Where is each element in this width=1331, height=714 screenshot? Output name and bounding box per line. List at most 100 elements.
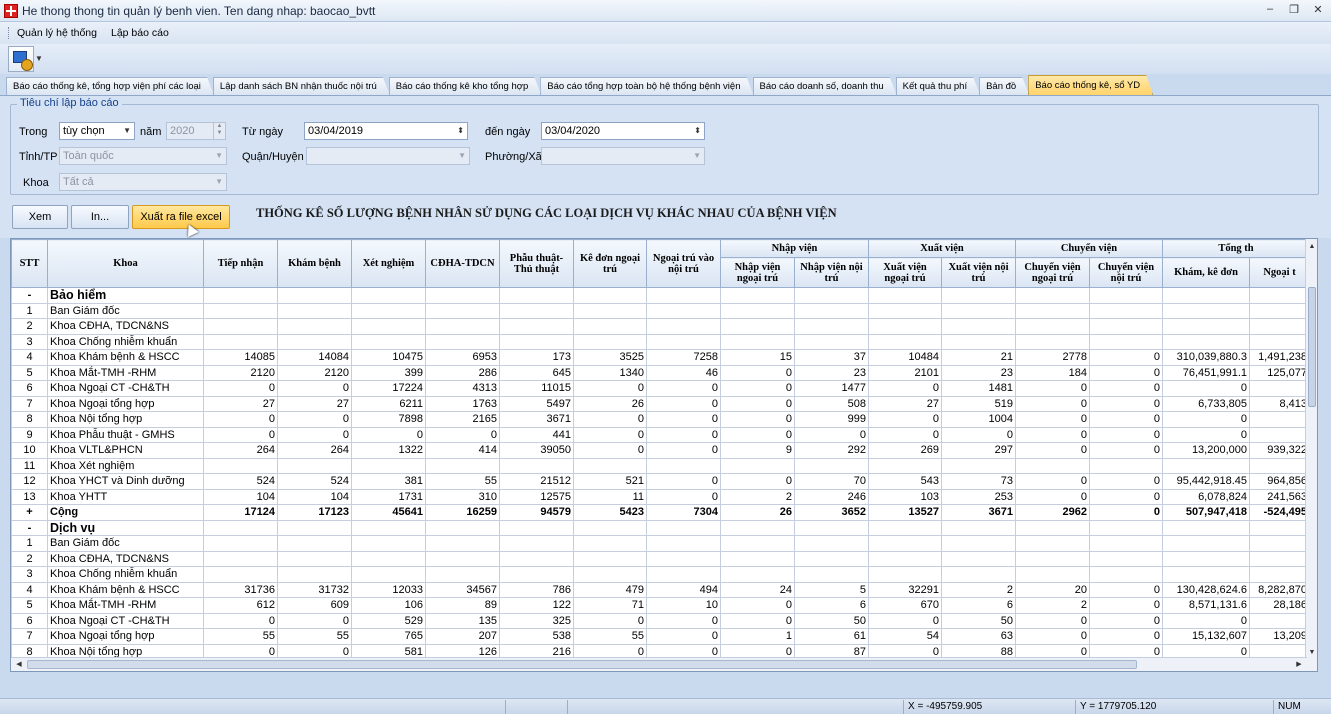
col-nv-ngoai[interactable]: Nhập viện ngoại trú bbox=[720, 257, 795, 288]
cell-value[interactable]: 297 bbox=[941, 442, 1016, 459]
cell-value[interactable] bbox=[351, 535, 426, 552]
cell-value[interactable] bbox=[868, 302, 942, 319]
cell-value[interactable]: 399 bbox=[351, 364, 426, 381]
cell-value[interactable]: 70 bbox=[794, 473, 869, 490]
cell-value[interactable] bbox=[203, 333, 278, 350]
cell-value[interactable] bbox=[1249, 411, 1310, 428]
cell-value[interactable] bbox=[794, 535, 869, 552]
cell-value[interactable]: 0 bbox=[573, 612, 647, 629]
cell-value[interactable] bbox=[1162, 550, 1250, 567]
cell-value[interactable]: 55 bbox=[425, 473, 500, 490]
col-kham-ke-don[interactable]: Khám, kê đơn bbox=[1162, 257, 1250, 288]
cell-value[interactable]: 31736 bbox=[203, 581, 278, 598]
cell-value[interactable]: 0 bbox=[1089, 349, 1163, 366]
cell-value[interactable]: 414 bbox=[425, 442, 500, 459]
cell-value[interactable] bbox=[351, 550, 426, 567]
cell-value[interactable] bbox=[277, 318, 352, 335]
phuong-select[interactable]: ▼ bbox=[541, 147, 705, 165]
cell-khoa[interactable]: Khoa CĐHA, TDCN&NS bbox=[47, 318, 204, 335]
cell-value[interactable]: 23 bbox=[941, 364, 1016, 381]
nam-spinner[interactable]: 2020 ▲ ▼ bbox=[166, 122, 226, 140]
cell-value[interactable]: 494 bbox=[646, 581, 721, 598]
khoa-select[interactable]: Tất cả ▼ bbox=[59, 173, 227, 191]
group-row[interactable]: - Bảo hiểm bbox=[11, 287, 1310, 304]
cell-value[interactable] bbox=[720, 302, 795, 319]
cell-value[interactable]: 3671 bbox=[941, 504, 1016, 521]
cell-stt[interactable]: 6 bbox=[11, 380, 48, 397]
cell-value[interactable] bbox=[499, 457, 574, 474]
cell-value[interactable]: 3525 bbox=[573, 349, 647, 366]
cell-value[interactable] bbox=[499, 333, 574, 350]
cell-value[interactable] bbox=[351, 333, 426, 350]
cell-value[interactable]: 0 bbox=[277, 426, 352, 443]
cell-value[interactable]: 0 bbox=[1162, 612, 1250, 629]
cell-value[interactable]: 519 bbox=[941, 395, 1016, 412]
tab-ket-qua-thu-phi[interactable]: Kết quả thu phí bbox=[896, 77, 980, 95]
cell-value[interactable] bbox=[1089, 535, 1163, 552]
cell-value[interactable] bbox=[868, 318, 942, 335]
cell-value[interactable] bbox=[1162, 302, 1250, 319]
cell-value[interactable]: 0 bbox=[868, 426, 942, 443]
cell-value[interactable]: 0 bbox=[277, 411, 352, 428]
cell-value[interactable] bbox=[1162, 566, 1250, 583]
table-row[interactable]: 8 Khoa Nội tổng hợp 0 0 7898 2165 3671 0 0 0 999 0 1… bbox=[11, 411, 1310, 428]
cell-khoa[interactable]: Bảo hiểm bbox=[47, 287, 204, 304]
cell-value[interactable]: 17123 bbox=[277, 504, 352, 521]
cell-value[interactable] bbox=[425, 302, 500, 319]
table-row[interactable]: 11 Khoa Xét nghiệm bbox=[11, 457, 1310, 474]
cell-value[interactable] bbox=[425, 287, 500, 304]
scroll-up-icon[interactable]: ▲ bbox=[1306, 241, 1317, 253]
cell-value[interactable]: 0 bbox=[1015, 473, 1090, 490]
cell-value[interactable]: 130,428,624.6 bbox=[1162, 581, 1250, 598]
cell-value[interactable] bbox=[720, 333, 795, 350]
cell-value[interactable] bbox=[1089, 457, 1163, 474]
col-cv-noi[interactable]: Chuyển viện nội trú bbox=[1089, 257, 1163, 288]
cell-value[interactable]: 0 bbox=[1089, 442, 1163, 459]
cell-value[interactable]: 54 bbox=[868, 628, 942, 645]
cell-value[interactable]: 1477 bbox=[794, 380, 869, 397]
cell-value[interactable] bbox=[794, 566, 869, 583]
cell-value[interactable]: 0 bbox=[1089, 426, 1163, 443]
cell-value[interactable] bbox=[720, 535, 795, 552]
tab-ban-do[interactable]: Bản đồ bbox=[979, 77, 1029, 95]
table-row[interactable]: 9 Khoa Phẫu thuật - GMHS 0 0 0 0 441 0 0 0 0 0 0 0 0 0 bbox=[11, 426, 1310, 443]
cell-value[interactable]: 0 bbox=[1015, 612, 1090, 629]
table-row[interactable]: 3 Khoa Chống nhiễm khuẩn bbox=[11, 566, 1310, 583]
cell-value[interactable] bbox=[1015, 566, 1090, 583]
cell-value[interactable]: 292 bbox=[794, 442, 869, 459]
cell-value[interactable] bbox=[868, 457, 942, 474]
cell-value[interactable] bbox=[1162, 457, 1250, 474]
cell-value[interactable] bbox=[1089, 566, 1163, 583]
cell-value[interactable]: 325 bbox=[499, 612, 574, 629]
cell-value[interactable]: 2120 bbox=[203, 364, 278, 381]
table-row[interactable]: 7 Khoa Ngoại tổng hợp 27 27 6211 1763 5497 26 0 0… bbox=[11, 395, 1310, 412]
cell-value[interactable] bbox=[941, 457, 1016, 474]
cell-value[interactable]: 0 bbox=[1089, 395, 1163, 412]
cell-value[interactable] bbox=[1015, 318, 1090, 335]
cell-value[interactable]: 31732 bbox=[277, 581, 352, 598]
cell-value[interactable]: 3671 bbox=[499, 411, 574, 428]
cell-value[interactable] bbox=[203, 302, 278, 319]
cell-value[interactable] bbox=[573, 519, 647, 536]
cell-khoa[interactable]: Khoa Xét nghiệm bbox=[47, 457, 204, 474]
cell-value[interactable]: 1 bbox=[720, 628, 795, 645]
cell-value[interactable]: 0 bbox=[720, 426, 795, 443]
cell-value[interactable]: 0 bbox=[646, 473, 721, 490]
cell-value[interactable] bbox=[425, 566, 500, 583]
table-row[interactable]: 5 Khoa Mắt-TMH -RHM 612 609 106 89 122 71 10 0 6 67… bbox=[11, 597, 1310, 614]
cell-value[interactable] bbox=[351, 287, 426, 304]
cell-value[interactable]: 0 bbox=[1089, 380, 1163, 397]
cell-value[interactable]: 521 bbox=[573, 473, 647, 490]
tab-bao-cao-kho[interactable]: Báo cáo thống kê kho tổng hợp bbox=[389, 77, 541, 95]
cell-value[interactable]: 27 bbox=[277, 395, 352, 412]
cell-value[interactable]: 16259 bbox=[425, 504, 500, 521]
cell-value[interactable]: 184 bbox=[1015, 364, 1090, 381]
cell-khoa[interactable]: Khoa Ngoại CT -CH&TH bbox=[47, 612, 204, 629]
cell-value[interactable] bbox=[1249, 318, 1310, 335]
cell-value[interactable]: 104 bbox=[277, 488, 352, 505]
cell-value[interactable]: 0 bbox=[1089, 628, 1163, 645]
cell-value[interactable]: 479 bbox=[573, 581, 647, 598]
cell-value[interactable]: 2 bbox=[720, 488, 795, 505]
cell-value[interactable] bbox=[720, 287, 795, 304]
tab-bao-cao-toan-bo[interactable]: Báo cáo tổng hợp toàn bộ hệ thống bệnh v… bbox=[540, 77, 753, 95]
